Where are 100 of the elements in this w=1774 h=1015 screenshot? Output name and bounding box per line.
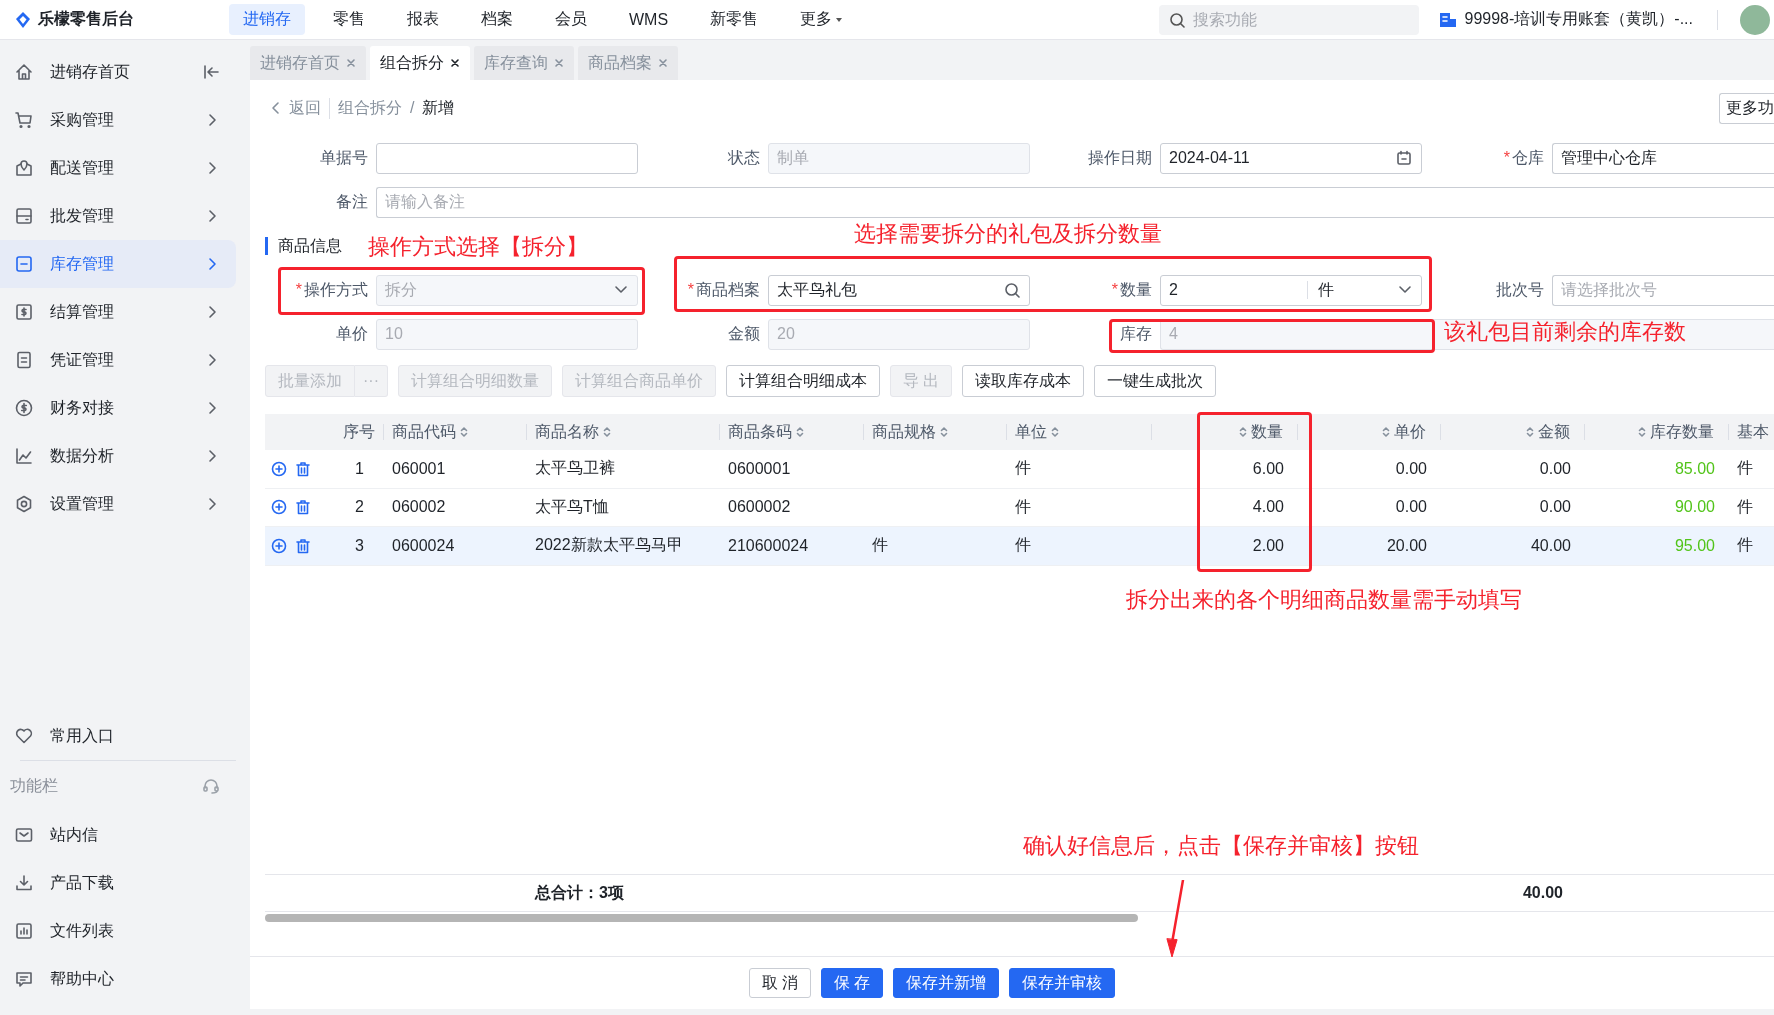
table-cell: 0.00 xyxy=(1539,498,1571,516)
table-cell: 210600024 xyxy=(728,536,809,554)
nav-tab[interactable]: 零售 xyxy=(319,4,379,35)
table-row[interactable]: 3 0600024 2022新款太平鸟马甲 210600024 件 件 2.00 20.00 40.00 95.00 件 xyxy=(265,527,1774,566)
column-header[interactable]: 单位 xyxy=(1015,421,1059,443)
sort-icon xyxy=(940,426,948,438)
account-name[interactable]: 99998-培训专用账套（黄凯）-... xyxy=(1464,9,1693,30)
sidebar-item[interactable]: 文件列表 xyxy=(0,907,236,955)
mail-icon xyxy=(14,825,34,845)
sidebar-item[interactable]: 常用入口 xyxy=(0,712,236,760)
table-cell: 20.00 xyxy=(1386,536,1427,554)
sidebar-item[interactable]: 采购管理 xyxy=(0,96,236,144)
column-header[interactable]: 商品代码 xyxy=(392,421,468,443)
input-field[interactable]: 管理中心仓库 xyxy=(1552,142,1774,174)
sort-icon xyxy=(1526,426,1534,438)
sidebar-item[interactable]: 帮助中心 xyxy=(0,955,236,1003)
scrollbar[interactable] xyxy=(265,914,1138,922)
heart-icon xyxy=(14,726,34,746)
table-cell: 0600024 xyxy=(392,536,455,554)
sidebar-item[interactable]: 配送管理 xyxy=(0,144,236,192)
nav-tab[interactable]: 更多 xyxy=(786,4,858,35)
table-cell: 40.00 xyxy=(1530,536,1571,554)
action-button[interactable]: 一键生成批次 xyxy=(1094,365,1217,397)
table-cell: 2022新款太平鸟马甲 xyxy=(535,536,683,554)
sidebar-item[interactable]: 设置管理 xyxy=(0,480,236,528)
sidebar-item[interactable]: 进销存首页 xyxy=(0,48,236,96)
field-label: 单价 xyxy=(336,323,368,344)
input-field[interactable]: 请选择批次号 xyxy=(1552,274,1774,306)
nav-tab[interactable]: 报表 xyxy=(393,4,453,35)
table-cell: 太平鸟卫裤 xyxy=(535,459,615,477)
sidebar-item[interactable]: 数据分析 xyxy=(0,432,236,480)
nav-tab[interactable]: 会员 xyxy=(541,4,601,35)
unit-label[interactable]: 件 xyxy=(1307,281,1388,299)
plus-circle-icon xyxy=(271,499,287,516)
column-header[interactable]: 商品规格 xyxy=(872,421,948,443)
card-icon xyxy=(14,206,34,226)
sidebar-item[interactable]: 凭证管理 xyxy=(0,336,236,384)
table-cell: 4.00 xyxy=(1252,498,1284,516)
page-tab[interactable]: 组合拆分 xyxy=(370,46,470,80)
table-cell: 件 xyxy=(1015,497,1031,515)
sidebar-item[interactable]: 批发管理 xyxy=(0,192,236,240)
table-cell: 件 xyxy=(1015,536,1031,554)
sort-icon xyxy=(1051,426,1059,438)
sort-icon xyxy=(796,426,804,438)
map-pin-icon xyxy=(14,158,34,178)
caret-icon xyxy=(835,15,844,24)
field-label: *数量 xyxy=(1111,279,1152,300)
annotation-text: 拆分出来的各个明细商品数量需手动填写 xyxy=(1126,586,1522,614)
annotation-text: 操作方式选择【拆分】 xyxy=(368,233,588,261)
table-cell: 3 xyxy=(355,536,364,554)
settings-icon xyxy=(14,494,34,514)
house-icon xyxy=(14,62,34,82)
app-title: 乐檬零售后台 xyxy=(38,9,134,29)
input-field[interactable] xyxy=(376,142,638,174)
column-header[interactable]: 序号 xyxy=(343,421,375,443)
nav-tab[interactable]: 进销存 xyxy=(229,4,305,35)
nav-tab[interactable]: WMS xyxy=(615,5,683,34)
column-header[interactable]: 数量 xyxy=(1239,421,1283,443)
input-field[interactable]: 请输入备注 xyxy=(376,186,1774,218)
nav-tab[interactable]: 档案 xyxy=(467,4,527,35)
sidebar-item[interactable]: 结算管理 xyxy=(0,288,236,336)
plus-circle-icon xyxy=(271,460,287,477)
table-row[interactable]: 1 060001 太平鸟卫裤 0600001 件 6.00 0.00 0.00 85.00 件 xyxy=(265,450,1774,489)
field-label: 单据号 xyxy=(320,147,368,168)
more-button[interactable]: 更多功 xyxy=(1719,92,1774,124)
field-label: 金额 xyxy=(728,323,760,344)
search-field[interactable]: 搜索功能 xyxy=(1158,4,1419,35)
table-cell: 2.00 xyxy=(1252,536,1284,554)
sidebar-item[interactable]: 财务对接 xyxy=(0,384,236,432)
table-cell: 太平鸟T恤 xyxy=(535,497,609,515)
footer-button[interactable]: 保 存 xyxy=(821,968,884,998)
date-field[interactable]: 2024-04-11 xyxy=(1160,142,1422,174)
table-cell: 6.00 xyxy=(1252,459,1284,477)
table-cell: 0600001 xyxy=(728,459,791,477)
column-header[interactable]: 库存数量 xyxy=(1638,421,1714,443)
sidebar-item[interactable]: 产品下载 xyxy=(0,859,236,907)
table-cell: 85.00 xyxy=(1674,459,1715,477)
trash-icon xyxy=(295,537,311,554)
footer-button[interactable]: 保存并审核 xyxy=(1009,968,1116,998)
column-header[interactable]: 商品条码 xyxy=(728,421,804,443)
column-header[interactable]: 基本 xyxy=(1737,421,1769,443)
section-title: 商品信息 xyxy=(265,237,342,255)
footer-button[interactable]: 保存并新增 xyxy=(893,968,1000,998)
table-cell: 件 xyxy=(872,536,888,554)
action-button[interactable]: 计算组合明细成本 xyxy=(726,365,880,397)
column-header[interactable]: 单价 xyxy=(1382,421,1426,443)
footer-button[interactable]: 取 消 xyxy=(748,968,811,998)
action-button[interactable]: 读取库存成本 xyxy=(962,365,1085,397)
search-field[interactable]: 太平鸟礼包 xyxy=(768,274,1030,306)
nav-tab[interactable]: 新零售 xyxy=(696,4,773,35)
sidebar-item[interactable]: 库存管理 xyxy=(0,240,236,288)
table-cell: 95.00 xyxy=(1674,536,1715,554)
close-icon xyxy=(346,58,356,68)
bar-chart-icon xyxy=(14,921,34,941)
avatar[interactable] xyxy=(1740,4,1770,35)
column-header[interactable]: 金额 xyxy=(1526,421,1570,443)
column-header[interactable]: 商品名称 xyxy=(535,421,611,443)
download-icon xyxy=(14,873,34,893)
sidebar-item[interactable]: 站内信 xyxy=(0,811,236,859)
building-icon xyxy=(1438,10,1457,29)
